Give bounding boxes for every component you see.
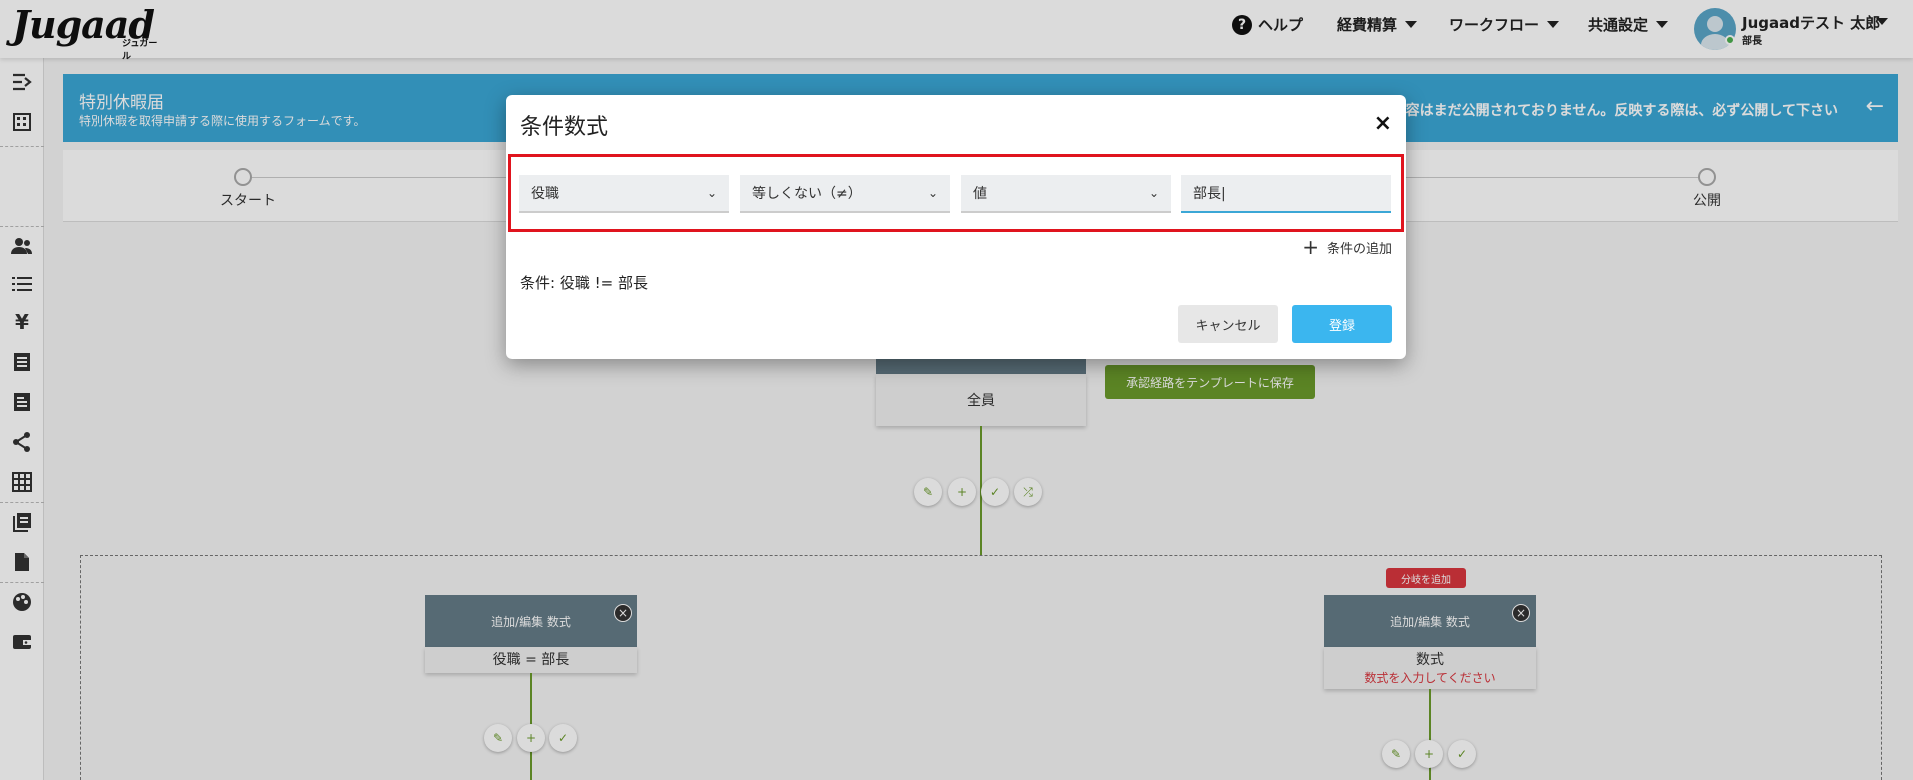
condition-summary: 条件: 役職 != 部長 xyxy=(520,274,648,292)
operator-select[interactable]: 等しくない（≠） ⌄ xyxy=(740,175,950,213)
value-input-text: 部長| xyxy=(1193,186,1226,202)
value-type-select[interactable]: 値 ⌄ xyxy=(961,175,1171,213)
operator-select-value: 等しくない（≠） xyxy=(752,186,862,202)
add-condition-label: 条件の追加 xyxy=(1326,241,1392,257)
value-input[interactable]: 部長| xyxy=(1181,175,1391,213)
close-icon[interactable]: × xyxy=(1374,111,1392,136)
cancel-button[interactable]: キャンセル xyxy=(1178,305,1278,343)
condition-formula-modal: 条件数式 × 役職 ⌄ 等しくない（≠） ⌄ 値 ⌄ 部長| + 条件の追加 条… xyxy=(506,95,1406,359)
value-type-select-value: 値 xyxy=(973,186,987,202)
field-select[interactable]: 役職 ⌄ xyxy=(519,175,729,213)
chevron-down-icon: ⌄ xyxy=(927,186,938,200)
field-select-value: 役職 xyxy=(531,186,559,202)
modal-title: 条件数式 xyxy=(520,115,609,140)
chevron-down-icon: ⌄ xyxy=(1148,186,1159,200)
plus-icon: + xyxy=(1302,235,1319,259)
register-button[interactable]: 登録 xyxy=(1292,305,1392,343)
add-condition-button[interactable]: + 条件の追加 xyxy=(1302,235,1392,259)
chevron-down-icon: ⌄ xyxy=(706,186,717,200)
